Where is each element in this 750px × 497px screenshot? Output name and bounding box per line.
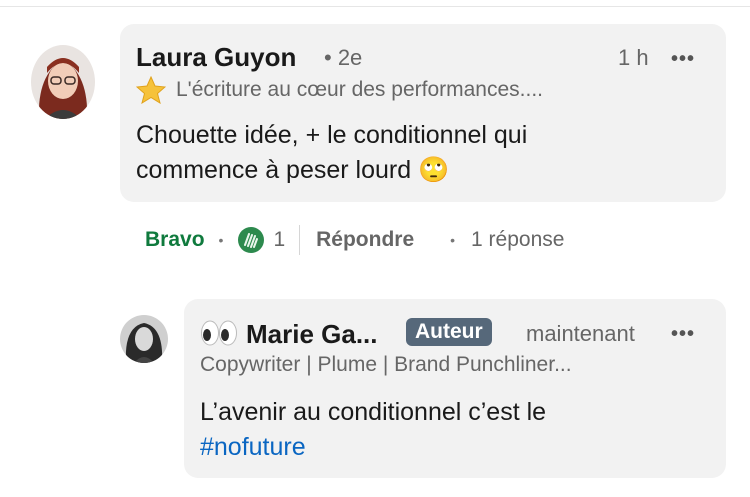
eye-roll-emoji: 🙄	[418, 156, 450, 184]
reply-button[interactable]: Répondre	[316, 228, 414, 252]
reply-text-line1: L’avenir au conditionnel c’est le	[200, 398, 547, 426]
comment-text-line1: Chouette idée, + le conditionnel qui	[136, 121, 528, 149]
reaction-count[interactable]: 1	[273, 228, 285, 252]
comment-author-headline: L'écriture au cœur des performances....	[176, 78, 543, 101]
avatar-laura-guyon[interactable]	[31, 45, 95, 119]
comment-actions: Bravo • 1 Répondre • 1 réponse	[145, 222, 564, 258]
comment-text-line2-wrap: commence à peser lourd 🙄	[136, 153, 716, 188]
bullet-separator-2: •	[450, 232, 456, 248]
star-icon	[135, 75, 167, 109]
reply-text: L’avenir au conditionnel c’est le #nofut…	[200, 395, 710, 465]
reply-more-button[interactable]: •••	[671, 323, 695, 346]
top-divider	[0, 6, 750, 7]
comment-text-line2: commence à peser lourd	[136, 156, 412, 184]
comment-more-button[interactable]: •••	[671, 48, 695, 71]
bullet-separator: •	[218, 232, 224, 248]
comment-author-name[interactable]: Laura Guyon	[136, 42, 296, 73]
hashtag-link[interactable]: #nofuture	[200, 433, 306, 461]
comment-text: Chouette idée, + le conditionnel qui com…	[136, 118, 716, 188]
bravo-react-button[interactable]: Bravo	[145, 228, 205, 252]
author-badge: Auteur	[406, 318, 492, 346]
vertical-divider	[299, 225, 301, 255]
reply-bubble: Marie Ga... Auteur maintenant ••• Copywr…	[184, 299, 726, 478]
avatar-marie[interactable]	[120, 315, 168, 363]
reply-author-name[interactable]: Marie Ga...	[246, 319, 378, 350]
reply-author-headline: Copywriter | Plume | Brand Punchliner...	[200, 353, 572, 376]
clapping-hands-icon[interactable]	[237, 226, 265, 254]
eyes-icon	[200, 319, 238, 352]
connection-degree: • 2e	[324, 45, 363, 70]
comment-bubble: Laura Guyon • 2e 1 h ••• L'écriture au c…	[120, 24, 726, 202]
reply-time: maintenant	[526, 321, 635, 346]
comment-time: 1 h	[618, 45, 649, 70]
replies-count-link[interactable]: 1 réponse	[471, 228, 564, 252]
